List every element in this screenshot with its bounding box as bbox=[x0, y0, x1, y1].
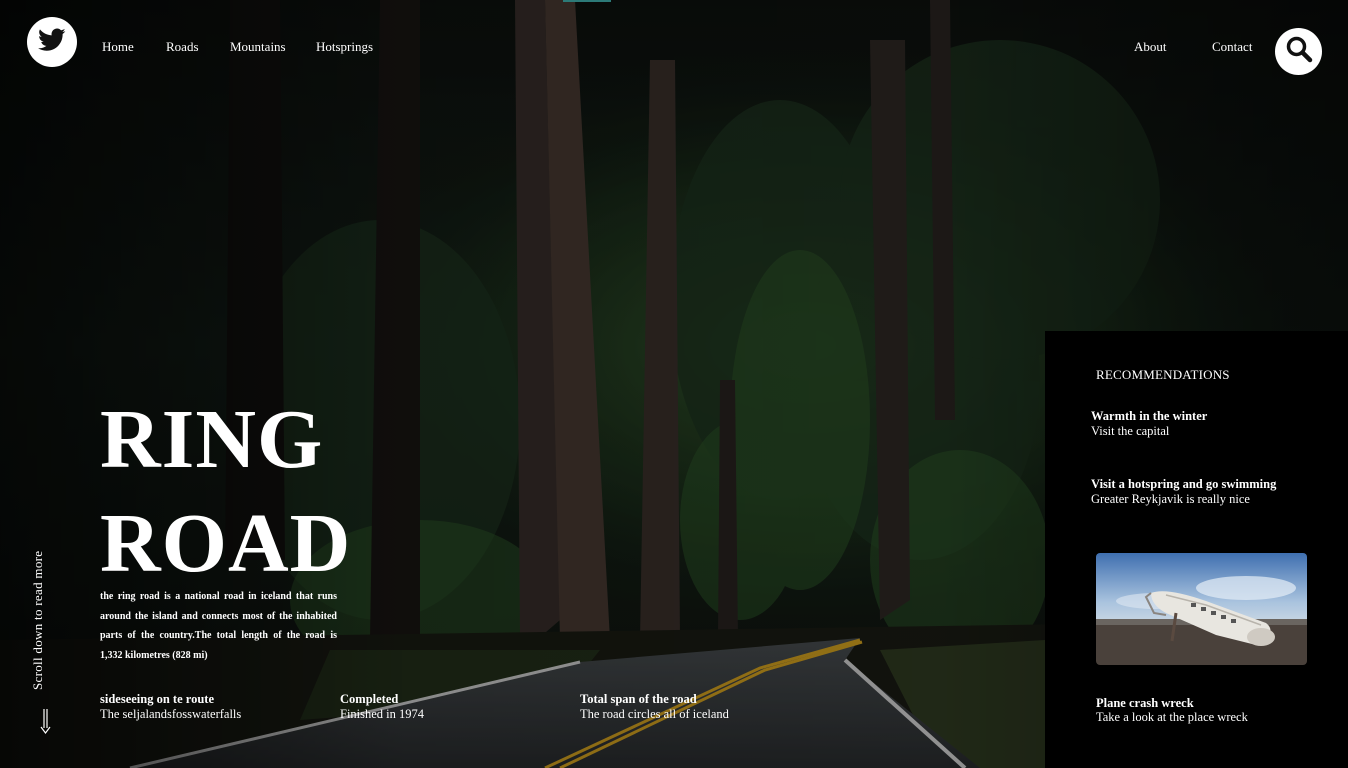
stat-subtitle: The seljalandsfosswaterfalls bbox=[100, 707, 242, 721]
search-button[interactable] bbox=[1275, 28, 1322, 75]
recommendations-panel: RECOMMENDATIONS Warmth in the winter Vis… bbox=[1045, 331, 1348, 768]
search-icon bbox=[1285, 35, 1313, 68]
nav-roads[interactable]: Roads bbox=[166, 39, 199, 55]
stat-title: Total span of the road bbox=[580, 692, 697, 706]
recommendation-subtitle: Greater Reykjavik is really nice bbox=[1091, 492, 1250, 506]
card-title: Plane crash wreck bbox=[1096, 696, 1194, 710]
hero-description: the ring road is a national road in icel… bbox=[100, 591, 337, 661]
logo[interactable] bbox=[27, 17, 77, 67]
title-line-1: RING bbox=[100, 393, 324, 486]
recommendation-item[interactable]: Warmth in the winter Visit the capital bbox=[1091, 409, 1207, 439]
nav-home[interactable]: Home bbox=[102, 39, 134, 55]
stat-completed: Completed Finished in 1974 bbox=[340, 692, 424, 722]
arrow-left-icon[interactable] bbox=[40, 708, 52, 734]
scroll-hint: Scroll down to read more bbox=[30, 550, 45, 690]
recommendations-heading: RECOMMENDATIONS bbox=[1096, 367, 1230, 382]
nav-contact[interactable]: Contact bbox=[1212, 39, 1252, 55]
top-accent-bar bbox=[563, 0, 611, 2]
stat-subtitle: The road circles all of iceland bbox=[580, 707, 729, 721]
stat-sightseeing: sideseeing on te route The seljalandsfos… bbox=[100, 692, 241, 722]
stat-title: Completed bbox=[340, 692, 399, 706]
stat-total-span: Total span of the road The road circles … bbox=[580, 692, 729, 722]
nav-about[interactable]: About bbox=[1134, 39, 1167, 55]
stat-title: sideseeing on te route bbox=[100, 692, 214, 706]
recommendation-title: Visit a hotspring and go swimming bbox=[1091, 477, 1277, 491]
recommendation-item[interactable]: Visit a hotspring and go swimming Greate… bbox=[1091, 477, 1276, 507]
nav-hotsprings[interactable]: Hotsprings bbox=[316, 39, 373, 55]
stat-subtitle: Finished in 1974 bbox=[340, 707, 425, 721]
card-caption: Plane crash wreck Take a look at the pla… bbox=[1096, 696, 1248, 724]
recommendation-subtitle: Visit the capital bbox=[1091, 424, 1170, 438]
recommendation-title: Warmth in the winter bbox=[1091, 409, 1208, 423]
nav-mountains[interactable]: Mountains bbox=[230, 39, 286, 55]
card-subtitle: Take a look at the place wreck bbox=[1096, 709, 1248, 724]
page-title: RING ROAD bbox=[100, 388, 351, 596]
title-line-2: ROAD bbox=[100, 497, 352, 590]
plane-wreck-image[interactable] bbox=[1096, 553, 1307, 665]
twitter-bird-icon bbox=[38, 27, 66, 57]
